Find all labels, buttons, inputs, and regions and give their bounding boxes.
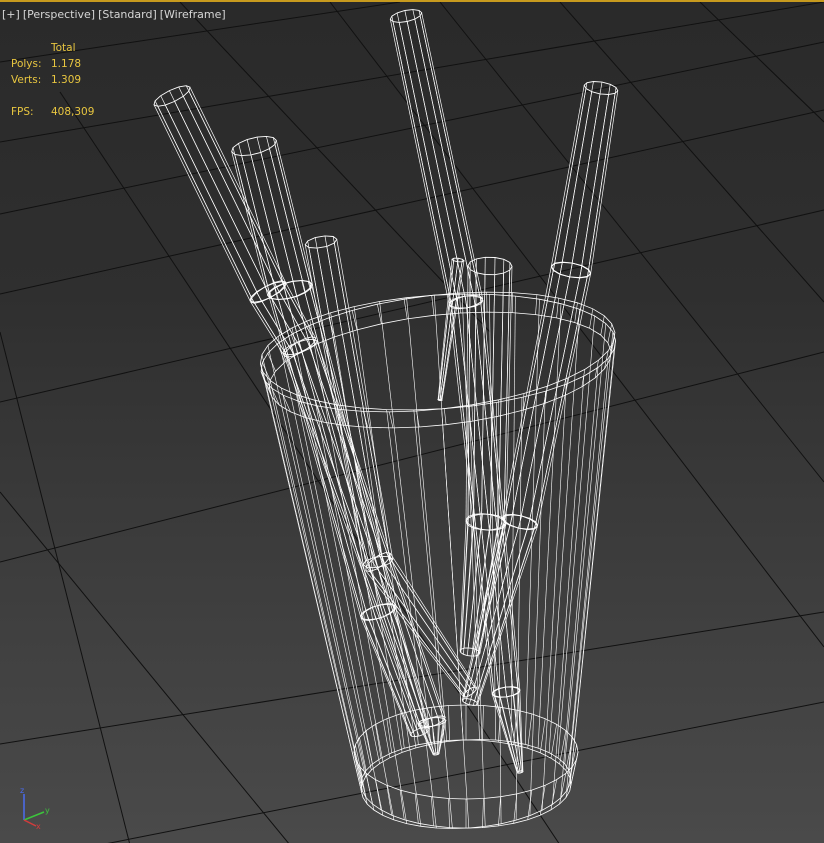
grid-line [0, 209, 824, 403]
fps-label: FPS: [11, 106, 34, 118]
perspective-viewport[interactable]: [+] [Perspective] [Standard] [Wireframe] To… [0, 0, 824, 843]
fps-value: 408,309 [51, 106, 95, 118]
viewport-point-of-view-label[interactable]: [Perspective] [23, 8, 95, 21]
grid-line [439, 2, 824, 483]
pencil-left-object[interactable] [153, 85, 447, 756]
statistics-overlay: Total Polys: 1.178 Verts: 1.309 FPS: 408,30… [11, 40, 94, 120]
pencil-right-object[interactable] [461, 81, 619, 706]
grid-line [0, 2, 824, 143]
polys-value: 1.178 [51, 58, 82, 70]
stats-header: Total [51, 42, 76, 54]
axis-tripod-icon: z y x [20, 786, 50, 830]
z-axis-label: z [20, 786, 24, 795]
x-axis-label: x [36, 822, 41, 830]
viewport-shading-standard-label[interactable]: [Standard] [98, 8, 157, 21]
grid-line [0, 109, 824, 295]
polys-label: Polys: [11, 58, 42, 70]
scene-objects[interactable] [153, 9, 619, 829]
x-axis [23, 819, 37, 827]
y-axis-label: y [45, 806, 50, 815]
pencil-center-object[interactable] [389, 9, 524, 774]
y-axis [23, 811, 45, 821]
grid-line [0, 351, 824, 563]
verts-value: 1.309 [51, 74, 82, 86]
wireframe-scene[interactable] [0, 2, 824, 843]
viewport-label-menu[interactable]: [+] [Perspective] [Standard] [Wireframe] [2, 8, 229, 21]
grid-line [699, 2, 824, 123]
pen-cap-object[interactable] [231, 135, 430, 738]
verts-label: Verts: [11, 74, 42, 86]
grid-line [0, 331, 131, 843]
grid-line [0, 611, 824, 745]
viewport-plus-menu[interactable]: [+] [2, 8, 20, 21]
viewport-display-mode-label[interactable]: [Wireframe] [160, 8, 226, 21]
